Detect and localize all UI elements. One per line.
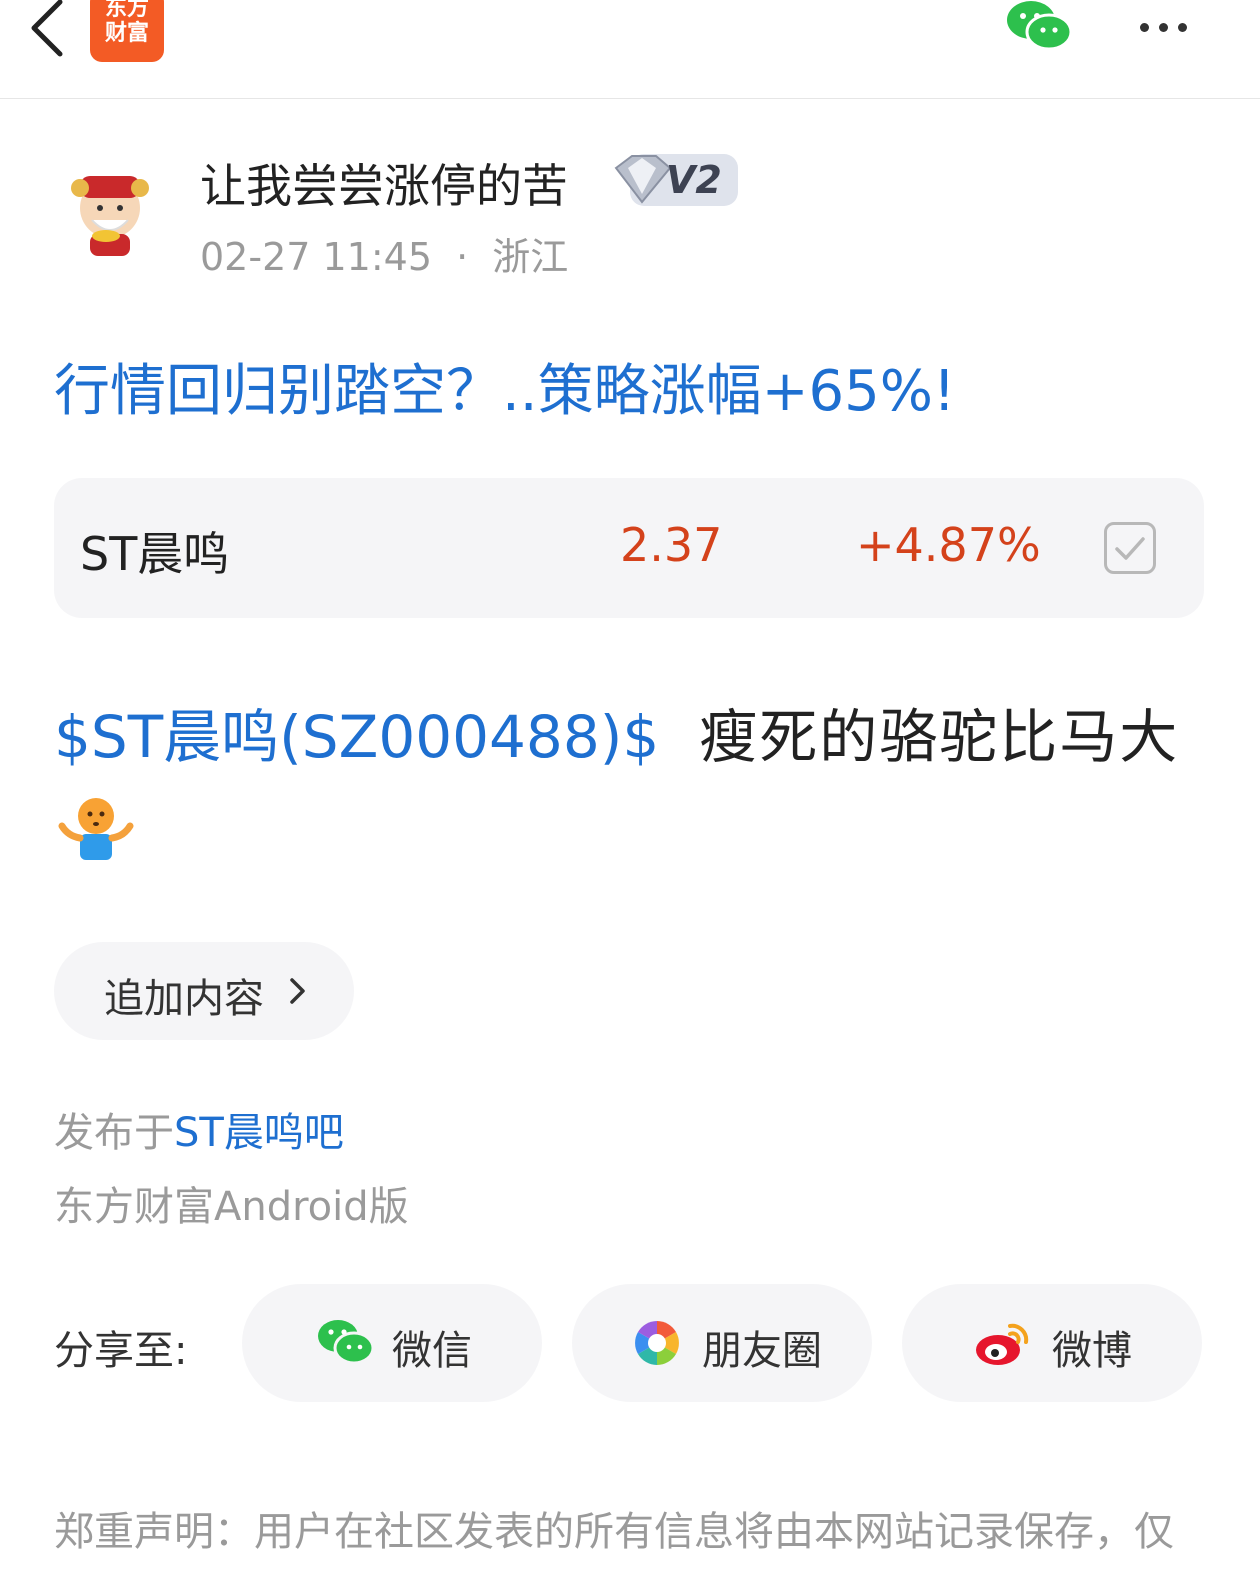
share-moments-label: 朋友圈 bbox=[702, 1328, 822, 1374]
disclaimer-text: 郑重声明：用户在社区发表的所有信息将由本网站记录保存，仅 bbox=[54, 1509, 1174, 1555]
author-name[interactable]: 让我尝尝涨停的苦 bbox=[200, 150, 568, 216]
level-badge: V2 bbox=[612, 152, 742, 210]
share-wechat-button[interactable]: 微信 bbox=[242, 1284, 542, 1402]
app-logo[interactable]: 东方 财富 bbox=[90, 0, 164, 62]
chevron-left-icon bbox=[31, 0, 63, 57]
post-body: $ST晨鸣(SZ000488)$ 瘦死的骆驼比马大 bbox=[54, 690, 1179, 774]
more-button[interactable] bbox=[1140, 16, 1208, 38]
stock-link[interactable]: $ST晨鸣(SZ000488)$ bbox=[54, 703, 659, 771]
share-label: 分享至: bbox=[54, 1328, 188, 1374]
share-weibo-label: 微博 bbox=[1052, 1328, 1132, 1374]
stock-card[interactable]: ST晨鸣 2.37 +4.87% bbox=[54, 478, 1204, 618]
stock-price: 2.37 bbox=[620, 518, 723, 572]
add-content-label: 追加内容 bbox=[104, 976, 264, 1022]
wechat-icon bbox=[318, 1320, 374, 1365]
logo-text-line2: 财富 bbox=[104, 21, 149, 46]
post-title[interactable]: 行情回归别踏空？..策略涨幅+65%! bbox=[54, 346, 955, 427]
back-button[interactable] bbox=[20, 0, 80, 60]
meta-separator: · bbox=[456, 235, 469, 279]
avatar-image bbox=[71, 176, 149, 256]
more-icon bbox=[1140, 22, 1149, 32]
more-icon-dot bbox=[1178, 22, 1187, 32]
post-body-text: 瘦死的骆驼比马大 bbox=[699, 703, 1180, 771]
check-icon bbox=[1115, 537, 1145, 560]
chevron-right-icon bbox=[290, 978, 305, 1004]
share-wechat-label: 微信 bbox=[392, 1328, 472, 1374]
watchlist-checkbox[interactable] bbox=[1104, 522, 1156, 574]
post-datetime: 02-27 11:45 bbox=[200, 235, 433, 279]
stock-change: +4.87% bbox=[856, 518, 1041, 572]
wechat-share-button[interactable] bbox=[1005, 0, 1073, 52]
stock-bar-link[interactable]: ST晨鸣吧 bbox=[174, 1110, 344, 1156]
shrug-emoji bbox=[58, 796, 134, 862]
top-bar: 东方 财富 bbox=[0, 0, 1260, 99]
published-prefix: 发布于 bbox=[54, 1110, 174, 1156]
more-icon-dot bbox=[1159, 22, 1168, 32]
share-weibo-button[interactable]: 微博 bbox=[902, 1284, 1202, 1402]
weibo-icon bbox=[976, 1323, 1029, 1365]
logo-text-line1: 东方 bbox=[104, 0, 149, 21]
wechat-icon bbox=[1007, 1, 1073, 51]
level-badge-text: V2 bbox=[666, 158, 722, 202]
avatar[interactable] bbox=[62, 168, 158, 260]
add-content-button[interactable]: 追加内容 bbox=[54, 942, 354, 1040]
moments-icon bbox=[635, 1321, 679, 1365]
published-info: 发布于ST晨鸣吧 bbox=[54, 1100, 344, 1158]
client-info: 东方财富Android版 bbox=[54, 1184, 409, 1230]
stock-name: ST晨鸣 bbox=[80, 527, 230, 581]
share-moments-button[interactable]: 朋友圈 bbox=[572, 1284, 872, 1402]
post-location: 浙江 bbox=[492, 235, 569, 279]
post-meta: 02-27 11:45 · 浙江 bbox=[200, 226, 568, 281]
